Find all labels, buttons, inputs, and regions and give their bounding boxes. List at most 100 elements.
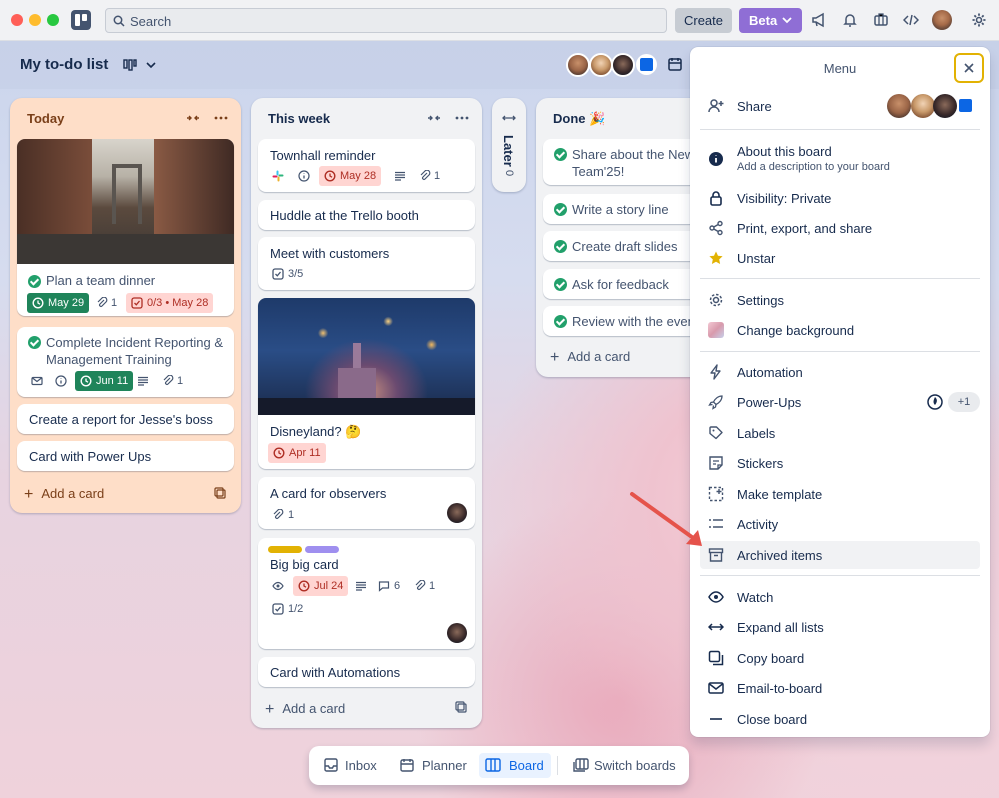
code-icon[interactable] xyxy=(903,12,919,28)
clock-icon xyxy=(273,447,285,459)
card[interactable]: Huddle at the Trello booth xyxy=(258,200,475,230)
menu-item-print-export[interactable]: Print, export, and share xyxy=(700,214,980,242)
complete-check-icon[interactable] xyxy=(28,275,41,288)
board-title[interactable]: My to-do list xyxy=(20,56,108,73)
menu-item-make-template[interactable]: Make template xyxy=(700,480,980,508)
menu-item-about[interactable]: About this board Add a description to yo… xyxy=(700,140,980,180)
card[interactable]: A card for observers 1 xyxy=(258,477,475,529)
sticker-icon xyxy=(709,456,723,470)
menu-label: Archived items xyxy=(737,548,823,563)
due-date-badge[interactable]: Apr 11 xyxy=(268,443,326,463)
expand-list-icon[interactable] xyxy=(502,113,516,123)
card[interactable]: Big big card Jul 24 6 1 1/2 xyxy=(258,538,475,649)
add-card-button[interactable]: + Add a card xyxy=(265,700,345,718)
card[interactable]: Disneyland? 🤔 Apr 11 xyxy=(258,298,475,469)
megaphone-icon[interactable] xyxy=(811,12,827,28)
label-purple[interactable] xyxy=(305,546,339,553)
calendar-icon[interactable] xyxy=(668,57,682,71)
trello-member-icon[interactable] xyxy=(636,54,657,75)
menu-item-unstar[interactable]: Unstar xyxy=(700,244,980,272)
card[interactable]: Create a report for Jesse's boss xyxy=(17,404,234,434)
attachment-icon xyxy=(163,375,174,385)
menu-item-stickers[interactable]: Stickers xyxy=(700,449,980,477)
list-title[interactable]: Today xyxy=(27,111,64,126)
complete-check-icon[interactable] xyxy=(554,240,567,253)
card[interactable]: Meet with customers 3/5 xyxy=(258,237,475,290)
briefcase-icon[interactable] xyxy=(873,12,889,28)
menu-item-activity[interactable]: Activity xyxy=(700,510,980,538)
menu-item-share[interactable]: Share xyxy=(700,92,980,120)
complete-check-icon[interactable] xyxy=(554,203,567,216)
card[interactable]: Review with the event xyxy=(543,306,713,336)
menu-item-archived-items[interactable]: Archived items xyxy=(700,541,980,569)
card[interactable]: Complete Incident Reporting & Management… xyxy=(17,327,234,397)
menu-item-automation[interactable]: Automation xyxy=(700,358,980,386)
card[interactable]: Townhall reminder May 28 1 xyxy=(258,139,475,192)
add-card-button[interactable]: + Add a card xyxy=(550,348,630,366)
due-date-badge[interactable]: Jul 24 xyxy=(293,576,349,596)
member-avatar[interactable] xyxy=(611,53,635,77)
menu-item-watch[interactable]: Watch xyxy=(700,583,980,611)
add-card-button[interactable]: + Add a card xyxy=(24,485,104,503)
complete-check-icon[interactable] xyxy=(554,315,567,328)
create-button[interactable]: Create xyxy=(675,8,732,33)
card-template-icon[interactable] xyxy=(214,487,226,499)
nav-planner[interactable]: Planner xyxy=(394,753,476,778)
menu-item-labels[interactable]: Labels xyxy=(700,419,980,447)
list-later-collapsed[interactable]: Later 0 xyxy=(492,98,526,192)
nav-inbox[interactable]: Inbox xyxy=(318,753,392,778)
collapse-list-icon[interactable] xyxy=(427,113,441,123)
member-avatar[interactable] xyxy=(566,53,590,77)
complete-check-icon[interactable] xyxy=(554,278,567,291)
menu-item-power-ups[interactable]: Power-Ups +1 xyxy=(700,388,980,416)
close-menu-button[interactable] xyxy=(954,53,984,83)
member-avatar[interactable] xyxy=(447,623,467,643)
menu-item-expand-all-lists[interactable]: Expand all lists xyxy=(700,613,980,641)
calendar-icon xyxy=(400,759,414,772)
list-title[interactable]: Done 🎉 xyxy=(553,111,605,127)
complete-check-icon[interactable] xyxy=(554,148,567,161)
complete-check-icon[interactable] xyxy=(28,336,41,349)
card[interactable]: Card with Power Ups xyxy=(17,441,234,471)
menu-item-settings[interactable]: Settings xyxy=(700,286,980,314)
member-avatar[interactable] xyxy=(447,503,467,523)
menu-item-close-board[interactable]: Close board xyxy=(700,705,980,733)
menu-item-email-to-board[interactable]: Email-to-board xyxy=(700,674,980,702)
beta-button[interactable]: Beta xyxy=(739,8,802,33)
zoom-window-button[interactable] xyxy=(47,14,59,26)
collapse-list-icon[interactable] xyxy=(186,113,200,123)
board-view-icon[interactable] xyxy=(123,59,137,71)
plus-icon: + xyxy=(265,701,275,718)
minimize-window-button[interactable] xyxy=(29,14,41,26)
list-title[interactable]: This week xyxy=(268,111,330,126)
due-date-badge[interactable]: Jun 11 xyxy=(75,371,134,391)
menu-item-change-background[interactable]: Change background xyxy=(700,316,980,344)
close-window-button[interactable] xyxy=(11,14,23,26)
power-ups-extra-count[interactable]: +1 xyxy=(948,392,980,412)
chevron-down-icon[interactable] xyxy=(146,62,156,69)
trello-logo-icon[interactable] xyxy=(71,10,91,30)
list-options-icon[interactable] xyxy=(214,116,228,120)
activity-list-icon xyxy=(709,519,723,528)
due-date-badge[interactable]: May 29 xyxy=(27,293,90,313)
search-input[interactable]: Search xyxy=(105,8,667,33)
copy-icon xyxy=(708,650,724,666)
nav-board[interactable]: Board xyxy=(479,753,551,778)
notification-bell-icon[interactable] xyxy=(842,12,858,28)
member-avatar[interactable] xyxy=(589,53,613,77)
card[interactable]: Plan a team dinner May 29 1 0/3 • May 28 xyxy=(17,139,234,316)
card[interactable]: Card with Automations xyxy=(258,657,475,687)
card[interactable]: Share about the New Team'25! xyxy=(543,139,713,185)
gear-icon[interactable] xyxy=(971,12,987,28)
list-options-icon[interactable] xyxy=(455,116,469,120)
menu-item-copy-board[interactable]: Copy board xyxy=(700,644,980,672)
card[interactable]: Write a story line xyxy=(543,194,713,224)
card[interactable]: Create draft slides xyxy=(543,231,713,261)
card[interactable]: Ask for feedback xyxy=(543,269,713,299)
user-avatar[interactable] xyxy=(932,10,952,30)
label-yellow[interactable] xyxy=(268,546,302,553)
nav-switch-boards[interactable]: Switch boards xyxy=(567,753,682,778)
card-template-icon[interactable] xyxy=(455,701,467,713)
due-date-badge[interactable]: May 28 xyxy=(319,166,382,186)
menu-item-visibility[interactable]: Visibility: Private xyxy=(700,184,980,212)
